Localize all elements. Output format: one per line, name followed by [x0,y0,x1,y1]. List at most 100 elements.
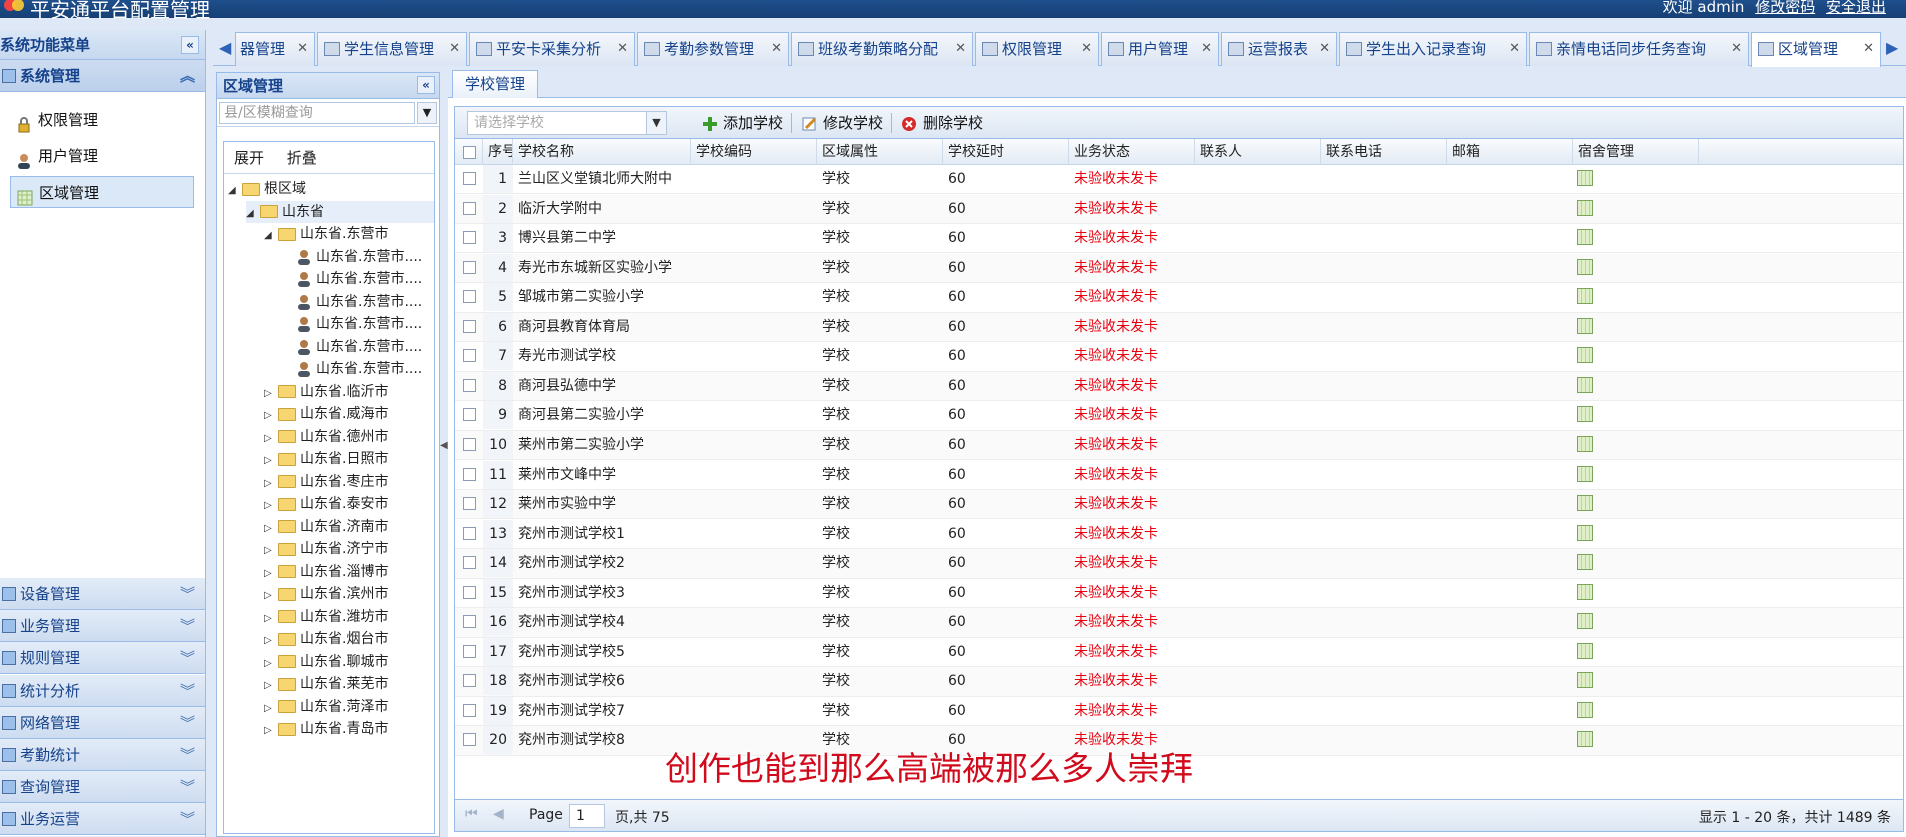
section-2[interactable]: 规则管理 ︾ [0,642,205,675]
close-icon[interactable]: ✕ [1319,33,1330,65]
dorm-manage-icon[interactable] [1577,701,1593,718]
tree-node[interactable]: ▷ 山东省.菏泽市 [264,696,434,718]
menu-item-user[interactable]: 用户管理 [10,140,194,172]
dorm-manage-icon[interactable] [1577,258,1593,275]
tree-node[interactable]: ▷ 山东省.潍坊市 [264,606,434,628]
table-row[interactable]: 16 兖州市测试学校4 学校 60 未验收未发卡 [455,608,1903,638]
row-checkbox[interactable] [463,556,476,570]
column-header[interactable]: 邮箱 [1447,139,1573,165]
delete-school-button[interactable]: 删除学校 [901,111,983,135]
dorm-manage-icon[interactable] [1577,170,1593,186]
row-checkbox[interactable] [463,733,476,747]
row-checkbox[interactable] [463,408,476,422]
dorm-manage-icon[interactable] [1577,495,1593,512]
dorm-manage-icon[interactable] [1577,672,1593,689]
table-row[interactable]: 3 博兴县第二中学 学校 60 未验收未发卡 [455,224,1903,254]
close-icon[interactable]: ✕ [1509,33,1520,65]
row-checkbox[interactable] [463,349,476,363]
collapsed-arrow-icon[interactable]: ▷ [264,540,278,562]
section-7[interactable]: 业务运营 ︾ [0,803,205,836]
tab-1[interactable]: 学生信息管理 ✕ [317,32,467,66]
row-checkbox[interactable] [463,172,476,185]
close-icon[interactable]: ✕ [449,33,460,65]
tab-scroll-right-icon[interactable]: ▶ [1886,38,1898,57]
table-row[interactable]: 19 兖州市测试学校7 学校 60 未验收未发卡 [455,696,1903,727]
tree-node[interactable]: ▷ 山东省.日照市 [264,448,434,470]
tree-node[interactable]: ▷ 山东省.聊城市 [264,651,434,673]
row-checkbox[interactable] [463,497,476,511]
close-icon[interactable]: ✕ [297,33,308,65]
collapsed-arrow-icon[interactable]: ▷ [264,473,278,495]
tree-node[interactable]: 山东省.东营市.... [282,313,434,335]
table-row[interactable]: 8 商河县弘德中学 学校 60 未验收未发卡 [455,371,1903,402]
section-1[interactable]: 业务管理 ︾ [0,610,205,643]
tab-5[interactable]: 权限管理 ✕ [975,32,1099,66]
table-row[interactable]: 11 莱州市文峰中学 学校 60 未验收未发卡 [455,460,1903,490]
row-checkbox[interactable] [463,290,476,304]
collapsed-arrow-icon[interactable]: ▷ [264,653,278,675]
tree-node[interactable]: 山东省.东营市.... [282,358,434,380]
tree-node[interactable]: ◢ 山东省.东营市 [264,223,434,245]
tree-node[interactable]: ▷ 山东省.威海市 [264,403,434,425]
section-6[interactable]: 查询管理 ︾ [0,771,205,804]
collapsed-arrow-icon[interactable]: ▷ [264,563,278,585]
collapsed-arrow-icon[interactable]: ▷ [264,405,278,427]
tab-0[interactable]: 器管理 ✕ [235,32,315,66]
tab-8[interactable]: 学生出入记录查询 ✕ [1339,32,1527,66]
tree-node[interactable]: ▷ 山东省.济宁市 [264,538,434,560]
panel-splitter-icon[interactable]: ◀ [440,440,448,451]
tree-node[interactable]: ▷ 山东省.德州市 [264,426,434,448]
table-row[interactable]: 10 莱州市第二实验小学 学校 60 未验收未发卡 [455,430,1903,461]
tree-node[interactable]: 山东省.东营市.... [282,336,434,358]
tree-node[interactable]: ▷ 山东省.烟台市 [264,628,434,650]
tree-node[interactable]: ▷ 山东省.枣庄市 [264,471,434,493]
select-all-header[interactable] [455,139,483,165]
column-header[interactable]: 学校名称 [513,139,691,165]
dorm-manage-icon[interactable] [1577,642,1593,659]
column-header[interactable]: 联系人 [1195,139,1321,165]
tree-node[interactable]: ▷ 山东省.莱芜市 [264,673,434,695]
tree-node[interactable]: ▷ 山东省.淄博市 [264,561,434,583]
table-row[interactable]: 2 临沂大学附中 学校 60 未验收未发卡 [455,194,1903,224]
collapsed-arrow-icon[interactable]: ▷ [264,450,278,472]
dorm-manage-icon[interactable] [1577,406,1593,423]
tab-school-management[interactable]: 学校管理 [452,70,539,98]
section-5[interactable]: 考勤统计 ︾ [0,739,205,771]
dorm-manage-icon[interactable] [1577,524,1593,541]
table-row[interactable]: 9 商河县第二实验小学 学校 60 未验收未发卡 [455,401,1903,431]
dorm-manage-icon[interactable] [1577,288,1593,305]
collapse-region-button[interactable]: « [417,76,435,94]
expanded-arrow-icon[interactable]: ◢ [264,225,278,247]
tab-2[interactable]: 平安卡采集分析 ✕ [469,32,635,66]
tab-10[interactable]: 区域管理 ✕ [1751,32,1881,67]
row-checkbox[interactable] [463,674,476,688]
dorm-manage-icon[interactable] [1577,199,1593,216]
add-school-button[interactable]: 添加学校 [701,111,783,135]
collapsed-arrow-icon[interactable]: ▷ [264,518,278,540]
edit-school-button[interactable]: 修改学校 [801,111,883,135]
row-checkbox[interactable] [463,378,476,392]
section-0[interactable]: 设备管理 ︾ [0,578,205,610]
table-row[interactable]: 18 兖州市测试学校6 学校 60 未验收未发卡 [455,667,1903,697]
row-checkbox[interactable] [463,526,476,540]
table-row[interactable]: 1 兰山区义堂镇北师大附中 学校 60 未验收未发卡 [455,165,1903,195]
tree-node[interactable]: ▷ 山东省.泰安市 [264,493,434,515]
menu-item-region[interactable]: 区域管理 [10,176,194,208]
close-icon[interactable]: ✕ [1081,33,1092,65]
dorm-manage-icon[interactable] [1577,465,1593,482]
expand-all-button[interactable]: 展开 [234,149,264,167]
row-checkbox[interactable] [463,260,476,274]
tree-node[interactable]: 山东省.东营市.... [282,246,434,268]
table-row[interactable]: 4 寿光市东城新区实验小学 学校 60 未验收未发卡 [455,253,1903,284]
collapse-all-button[interactable]: 折叠 [287,149,317,167]
column-header[interactable]: 序号 [483,139,513,165]
table-row[interactable]: 5 邹城市第二实验小学 学校 60 未验收未发卡 [455,283,1903,313]
row-checkbox[interactable] [463,319,476,333]
collapsed-arrow-icon[interactable]: ▷ [264,630,278,652]
tab-4[interactable]: 班级考勤策略分配 ✕ [791,32,973,66]
expanded-arrow-icon[interactable]: ◢ [246,203,260,225]
tree-node[interactable]: ◢ 根区域 [228,178,434,200]
table-row[interactable]: 13 兖州市测试学校1 学校 60 未验收未发卡 [455,519,1903,549]
dorm-manage-icon[interactable] [1577,731,1593,748]
dorm-manage-icon[interactable] [1577,347,1593,364]
